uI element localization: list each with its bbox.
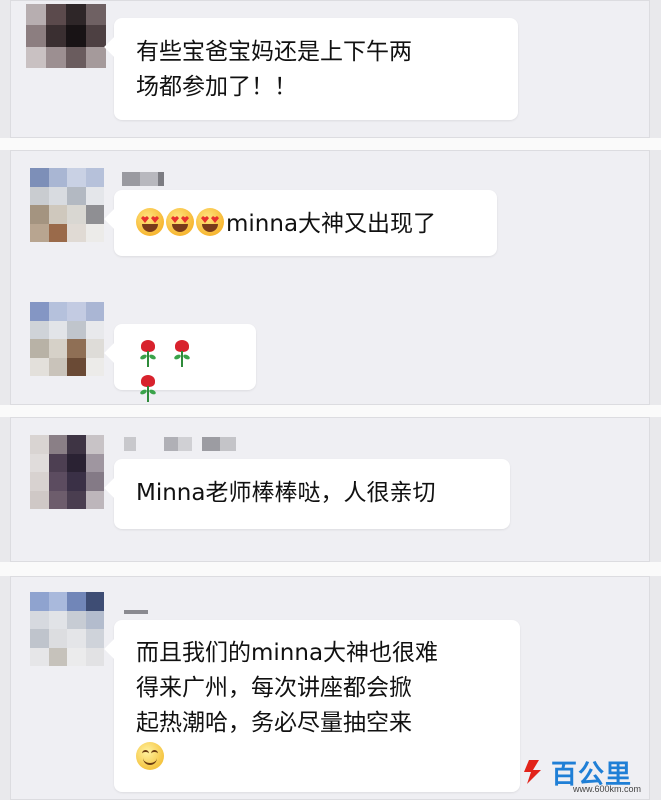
screenshot-collage: 有些宝爸宝妈还是上下午两 场都参加了！！ minna大神又出现了 Minna老师… — [0, 0, 661, 800]
smile-emoji — [136, 742, 164, 770]
separator — [0, 405, 661, 417]
watermark-url: www.600km.com — [573, 784, 642, 794]
message-content — [136, 338, 234, 408]
sender-name-blurred — [122, 172, 164, 186]
chat-card-1: 有些宝爸宝妈还是上下午两 场都参加了！！ — [10, 0, 650, 138]
message-bubble[interactable]: 有些宝爸宝妈还是上下午两 场都参加了！！ — [114, 18, 518, 120]
sender-name-blurred — [124, 437, 236, 451]
message-text: Minna老师棒棒哒，人很亲切 — [136, 480, 436, 506]
chat-card-2: minna大神又出现了 — [10, 150, 650, 405]
message-bubble[interactable] — [114, 324, 256, 402]
separator — [0, 562, 661, 576]
runner-logo-icon — [524, 760, 541, 784]
avatar-blurred-5[interactable] — [30, 592, 104, 666]
avatar-blurred-1[interactable] — [26, 4, 106, 68]
message-text: minna大神又出现了 — [226, 211, 437, 237]
rose-emoji — [136, 338, 160, 368]
site-watermark: 百公里 www.600km.com — [521, 756, 653, 796]
message-text: 有些宝爸宝妈还是上下午两 场都参加了！！ — [136, 39, 412, 100]
sender-name-blurred — [124, 610, 148, 614]
avatar-blurred-3[interactable] — [30, 302, 104, 376]
message-text: 而且我们的minna大神也很难 得来广州，每次讲座都会掀 起热潮哈，务必尽量抽空… — [136, 640, 439, 736]
avatar-blurred-4[interactable] — [30, 435, 104, 509]
chat-card-3: Minna老师棒棒哒，人很亲切 — [10, 417, 650, 562]
message-bubble[interactable]: 而且我们的minna大神也很难 得来广州，每次讲座都会掀 起热潮哈，务必尽量抽空… — [114, 620, 520, 792]
message-content: 而且我们的minna大神也很难 得来广州，每次讲座都会掀 起热潮哈，务必尽量抽空… — [136, 636, 498, 776]
message-bubble[interactable]: minna大神又出现了 — [114, 190, 497, 256]
rose-emoji — [136, 373, 160, 403]
message-bubble[interactable]: Minna老师棒棒哒，人很亲切 — [114, 459, 510, 529]
heart-eyes-emoji — [196, 208, 224, 236]
message-content: minna大神又出现了 — [136, 207, 475, 242]
separator — [0, 138, 661, 150]
avatar-blurred-2[interactable] — [30, 168, 104, 242]
rose-emoji — [170, 338, 194, 368]
heart-eyes-emoji — [136, 208, 164, 236]
heart-eyes-emoji — [166, 208, 194, 236]
